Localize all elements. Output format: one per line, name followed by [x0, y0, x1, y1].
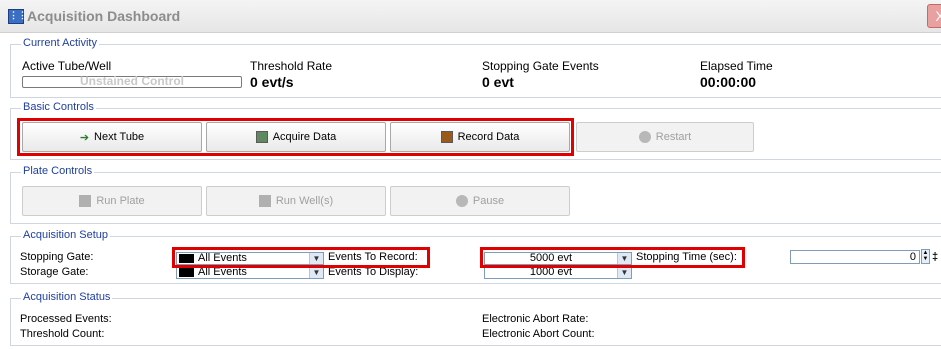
- restart-button[interactable]: Restart: [576, 122, 754, 152]
- pause-button[interactable]: Pause: [390, 186, 570, 216]
- close-button[interactable]: X: [927, 4, 941, 28]
- run-wells-icon: [258, 195, 271, 207]
- storage-gate-label: Storage Gate:: [20, 266, 89, 278]
- acquisition-status-group: Acquisition Status: [10, 291, 941, 346]
- elapsed-time-label: Elapsed Time: [700, 59, 773, 73]
- plate-controls-legend: Plate Controls: [21, 165, 95, 177]
- current-activity-legend: Current Activity: [21, 37, 99, 49]
- chevron-down-icon: ▼: [617, 267, 631, 278]
- elapsed-time-value: 00:00:00: [700, 74, 757, 90]
- title-bar: ⋮⋮ Acquisition Dashboard X: [0, 0, 941, 33]
- run-plate-button[interactable]: Run Plate: [22, 186, 202, 216]
- processed-events-label: Processed Events:: [20, 313, 112, 325]
- gate-color-swatch: [179, 268, 194, 277]
- electronic-abort-rate-label: Electronic Abort Rate:: [482, 313, 589, 325]
- restart-label: Restart: [655, 131, 692, 143]
- restart-icon: [638, 131, 651, 143]
- threshold-rate-value: 0 evt/s: [250, 74, 294, 90]
- stopping-gate-events-label: Stopping Gate Events: [482, 59, 599, 73]
- electronic-abort-count-label: Electronic Abort Count:: [482, 328, 595, 340]
- stopping-gate-events-value: 0 evt: [482, 74, 514, 90]
- chevron-down-icon: ▼: [309, 267, 323, 278]
- pause-label: Pause: [472, 195, 505, 207]
- active-tube-label: Active Tube/Well: [22, 59, 112, 73]
- threshold-count-label: Threshold Count:: [20, 328, 105, 340]
- basic-controls-highlight: [17, 118, 574, 156]
- app-grid-icon: ⋮⋮: [8, 9, 27, 24]
- run-wells-button[interactable]: Run Well(s): [206, 186, 386, 216]
- active-tube-progress: Unstained Control: [22, 74, 242, 88]
- acquisition-status-legend: Acquisition Status: [21, 291, 113, 303]
- window-title: Acquisition Dashboard: [27, 8, 181, 24]
- current-activity-group: Current Activity: [10, 37, 941, 98]
- run-plate-label: Run Plate: [96, 195, 145, 207]
- pause-icon: [455, 195, 468, 207]
- stopping-gate-label: Stopping Gate:: [20, 251, 94, 263]
- events-record-highlight: [480, 247, 745, 268]
- basic-controls-legend: Basic Controls: [21, 101, 96, 113]
- truncated-control-icon: ‡: [932, 250, 941, 264]
- threshold-rate-label: Threshold Rate: [250, 59, 333, 73]
- run-wells-label: Run Well(s): [275, 195, 334, 207]
- run-plate-icon: [79, 195, 92, 207]
- active-tube-value: Unstained Control: [80, 74, 184, 88]
- stopping-time-spinner[interactable]: ▲ ▼: [921, 249, 930, 264]
- stopping-time-input[interactable]: 0: [790, 250, 920, 264]
- stopping-gate-highlight: [172, 247, 430, 268]
- acquisition-setup-legend: Acquisition Setup: [21, 229, 110, 241]
